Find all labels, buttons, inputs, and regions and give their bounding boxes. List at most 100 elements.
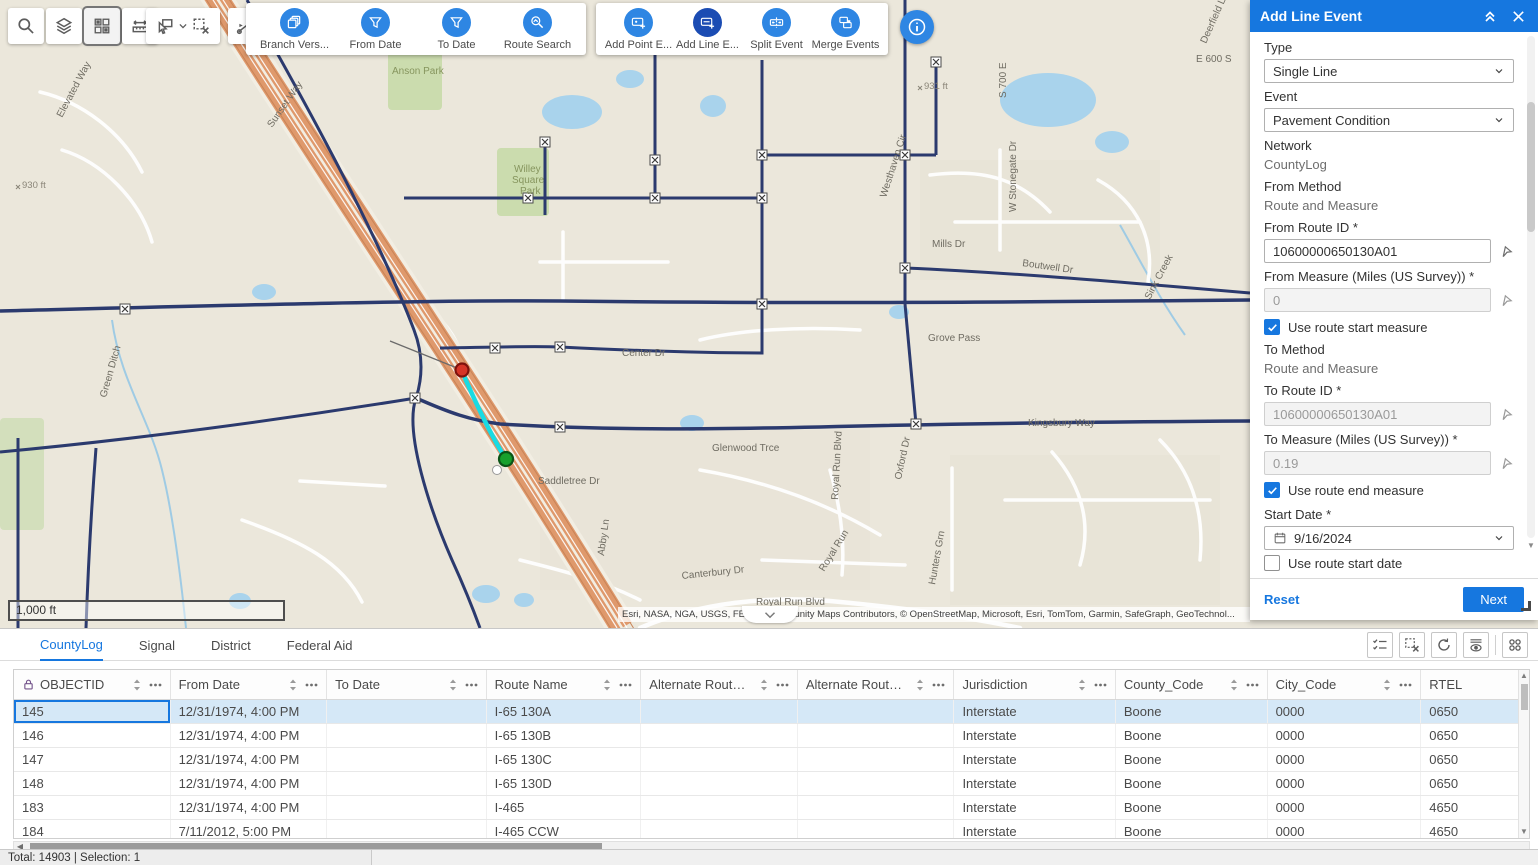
cell-jurisdiction[interactable]: Interstate [954, 700, 1115, 723]
cell-to-date[interactable] [327, 700, 487, 723]
cell-alt-route-2[interactable] [798, 700, 955, 723]
identify-info-button[interactable] [900, 10, 934, 44]
add-point-event-button[interactable]: Add Point E... [604, 8, 673, 51]
table-row[interactable]: 147 12/31/1974, 4:00 PM I-65 130C Inters… [14, 748, 1529, 772]
cell-jurisdiction[interactable]: Interstate [954, 748, 1115, 771]
cell-objectid[interactable]: 146 [14, 724, 171, 747]
column-menu-icon[interactable] [465, 683, 478, 687]
cell-objectid[interactable]: 183 [14, 796, 171, 819]
cell-objectid[interactable]: 145 [14, 700, 171, 723]
from-route-id-input[interactable] [1264, 239, 1491, 263]
cell-rtel[interactable]: 4650 [1421, 796, 1529, 819]
cell-alt-route-2[interactable] [798, 820, 955, 839]
cell-route-name[interactable]: I-65 130D [487, 772, 642, 795]
pick-on-map-icon[interactable] [1499, 407, 1514, 422]
select-icon[interactable] [156, 17, 174, 35]
route-search-button[interactable]: Route Search [497, 8, 578, 51]
column-header-jurisdiction[interactable]: Jurisdiction [954, 670, 1115, 699]
table-row[interactable]: 184 7/11/2012, 5:00 PM I-465 CCW Interst… [14, 820, 1529, 839]
close-panel-button[interactable] [1508, 6, 1528, 26]
column-menu-icon[interactable] [305, 683, 318, 687]
add-line-event-button[interactable]: Add Line E... [673, 8, 742, 51]
cell-from-date[interactable]: 12/31/1974, 4:00 PM [171, 772, 328, 795]
cell-to-date[interactable] [327, 772, 487, 795]
sort-icon[interactable] [1230, 679, 1238, 691]
to-date-button[interactable]: To Date [416, 8, 497, 51]
table-row[interactable]: 146 12/31/1974, 4:00 PM I-65 130B Inters… [14, 724, 1529, 748]
column-header-from-date[interactable]: From Date [171, 670, 328, 699]
cell-objectid[interactable]: 148 [14, 772, 171, 795]
cell-from-date[interactable]: 12/31/1974, 4:00 PM [171, 796, 328, 819]
cell-jurisdiction[interactable]: Interstate [954, 724, 1115, 747]
cell-alt-route-1[interactable] [641, 724, 798, 747]
cell-city-code[interactable]: 0000 [1268, 724, 1422, 747]
clear-table-selection-button[interactable] [1399, 632, 1425, 658]
clear-selection-icon[interactable] [192, 17, 210, 35]
attribution-toggle-button[interactable] [742, 606, 798, 623]
sort-icon[interactable] [603, 679, 611, 691]
column-header-county-code[interactable]: County_Code [1116, 670, 1268, 699]
collapse-panel-button[interactable] [1480, 6, 1500, 26]
pick-on-map-icon[interactable] [1499, 456, 1514, 471]
next-button[interactable]: Next [1463, 587, 1524, 612]
column-menu-icon[interactable] [1246, 683, 1259, 687]
cell-rtel[interactable]: 0650 [1421, 724, 1529, 747]
cell-from-date[interactable]: 12/31/1974, 4:00 PM [171, 700, 328, 723]
table-options-button[interactable] [1502, 632, 1528, 658]
cell-city-code[interactable]: 0000 [1268, 748, 1422, 771]
split-event-button[interactable]: Split Event [742, 8, 811, 51]
cell-county-code[interactable]: Boone [1116, 700, 1268, 723]
column-header-objectid[interactable]: OBJECTID [14, 670, 171, 699]
sort-icon[interactable] [1383, 679, 1391, 691]
use-route-start-measure-checkbox[interactable]: Use route start measure [1264, 318, 1514, 336]
cell-rtel[interactable]: 0650 [1421, 772, 1529, 795]
cell-jurisdiction[interactable]: Interstate [954, 820, 1115, 839]
basemap-grid-button[interactable] [84, 8, 120, 44]
cell-alt-route-1[interactable] [641, 820, 798, 839]
column-menu-icon[interactable] [932, 683, 945, 687]
cell-route-name[interactable]: I-465 [487, 796, 642, 819]
column-menu-icon[interactable] [1094, 683, 1107, 687]
cell-from-date[interactable]: 12/31/1974, 4:00 PM [171, 748, 328, 771]
cell-rtel[interactable]: 0650 [1421, 748, 1529, 771]
table-vertical-scrollbar[interactable]: ▲ ▼ [1518, 670, 1529, 838]
column-header-to-date[interactable]: To Date [327, 670, 487, 699]
cell-county-code[interactable]: Boone [1116, 820, 1268, 839]
cell-city-code[interactable]: 0000 [1268, 772, 1422, 795]
branch-versions-button[interactable]: Branch Vers... [254, 8, 335, 51]
to-measure-marker[interactable] [499, 452, 513, 466]
reset-link[interactable]: Reset [1264, 592, 1299, 607]
scroll-up-arrow[interactable]: ▲ [1519, 670, 1529, 682]
pick-on-map-icon[interactable] [1499, 244, 1514, 259]
cell-county-code[interactable]: Boone [1116, 748, 1268, 771]
column-header-route-name[interactable]: Route Name [487, 670, 642, 699]
table-row[interactable]: 145 12/31/1974, 4:00 PM I-65 130A Inters… [14, 700, 1529, 724]
cell-route-name[interactable]: I-65 130A [487, 700, 642, 723]
scrollbar-thumb[interactable] [1521, 684, 1528, 710]
cell-county-code[interactable]: Boone [1116, 724, 1268, 747]
show-selected-records-button[interactable] [1367, 632, 1393, 658]
cell-from-date[interactable]: 7/11/2012, 5:00 PM [171, 820, 328, 839]
use-route-end-measure-checkbox[interactable]: Use route end measure [1264, 481, 1514, 499]
cell-county-code[interactable]: Boone [1116, 772, 1268, 795]
cell-alt-route-2[interactable] [798, 796, 955, 819]
use-route-start-date-checkbox[interactable]: Use route start date [1264, 554, 1514, 572]
tab-countylog[interactable]: CountyLog [40, 637, 103, 661]
cell-county-code[interactable]: Boone [1116, 796, 1268, 819]
cell-objectid[interactable]: 184 [14, 820, 171, 839]
cell-objectid[interactable]: 147 [14, 748, 171, 771]
scroll-down-arrow[interactable]: ▼ [1519, 826, 1529, 838]
cell-rtel[interactable]: 0650 [1421, 700, 1529, 723]
tab-signal[interactable]: Signal [139, 638, 175, 660]
layers-button[interactable] [46, 8, 82, 44]
from-measure-marker[interactable] [456, 364, 469, 377]
scroll-down-arrow[interactable]: ▼ [1527, 541, 1535, 550]
cell-alt-route-1[interactable] [641, 796, 798, 819]
scrollbar-thumb[interactable] [1527, 102, 1535, 232]
column-header-rtel[interactable]: RTEL [1421, 670, 1529, 699]
cell-jurisdiction[interactable]: Interstate [954, 772, 1115, 795]
type-select[interactable]: Single Line [1264, 59, 1514, 83]
sort-icon[interactable] [133, 679, 141, 691]
sort-icon[interactable] [449, 679, 457, 691]
start-date-picker[interactable]: 9/16/2024 [1264, 526, 1514, 550]
